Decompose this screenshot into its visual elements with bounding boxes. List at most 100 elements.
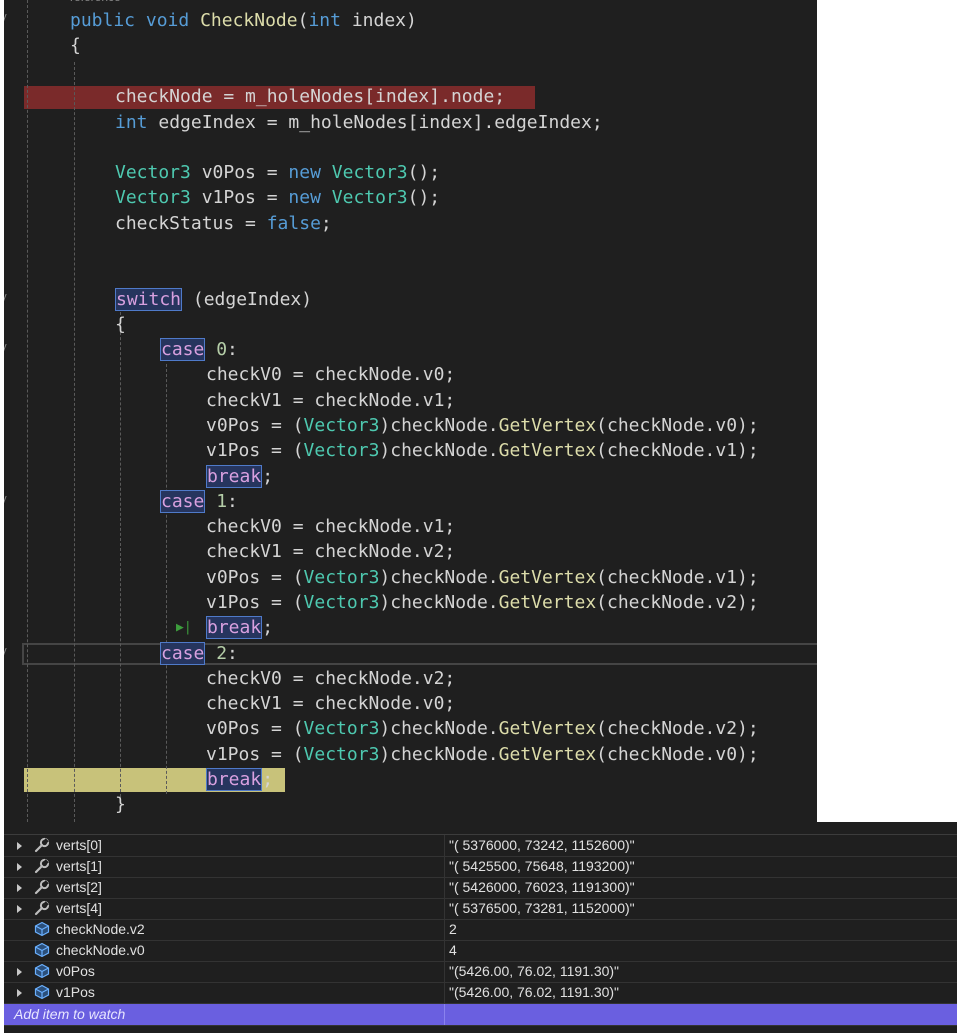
outline-marker[interactable] (4, 294, 10, 303)
watch-row[interactable]: checkNode.v2 2 (4, 919, 957, 941)
watch-row[interactable]: verts[0] "( 5376000, 73242, 1152600)" (4, 835, 957, 857)
watch-value[interactable]: "( 5426000, 76023, 1191300)" (445, 877, 957, 898)
watch-name[interactable]: verts[0] (56, 835, 102, 856)
watch-row[interactable]: verts[2] "( 5426000, 76023, 1191300)" (4, 877, 957, 899)
watch-value[interactable]: "( 5376500, 73281, 1152000)" (445, 898, 957, 919)
indent-guide (27, 0, 28, 822)
code-line[interactable]: public void CheckNode(int index) (70, 8, 417, 33)
outline-marker[interactable] (4, 344, 10, 353)
code-line[interactable]: checkNode = m_holeNodes[index].node; (115, 84, 505, 109)
watch-row[interactable]: v1Pos "(5426.00, 76.02, 1191.30)" (4, 982, 957, 1004)
code-line[interactable]: v1Pos = (Vector3)checkNode.GetVertex(che… (206, 742, 759, 767)
code-line[interactable]: checkV1 = checkNode.v1; (206, 388, 455, 413)
watch-row[interactable]: verts[4] "( 5376500, 73281, 1152000)" (4, 898, 957, 920)
expand-arrow-icon[interactable] (17, 884, 22, 892)
code-token: (edgeIndex) (182, 289, 313, 310)
watch-value[interactable]: "(5426.00, 76.02, 1191.30)" (445, 961, 957, 982)
code-editor[interactable]: reference ▶| public void CheckNode(int i… (4, 0, 817, 822)
expand-arrow-icon[interactable] (17, 905, 22, 913)
code-line[interactable]: v1Pos = (Vector3)checkNode.GetVertex(che… (206, 438, 759, 463)
watch-name-cell: verts[2] (4, 877, 445, 898)
code-token: { (70, 35, 81, 56)
watch-name[interactable]: verts[1] (56, 856, 102, 877)
code-token: v1Pos = ( (206, 744, 304, 765)
code-line[interactable]: v0Pos = (Vector3)checkNode.GetVertex(che… (206, 413, 759, 438)
code-line[interactable]: case 0: (160, 337, 238, 362)
code-line[interactable]: break; (206, 615, 273, 640)
code-token: GetVertex (498, 718, 597, 739)
watch-window[interactable]: verts[0] "( 5376000, 73242, 1152600)" vert… (4, 822, 957, 1033)
code-line[interactable]: break; (206, 464, 273, 489)
code-line[interactable]: checkStatus = false; (115, 211, 332, 236)
code-token: Vector3 (331, 162, 408, 183)
code-token: (checkNode.v1); (596, 440, 759, 461)
code-line[interactable]: checkV0 = checkNode.v2; (206, 666, 455, 691)
watch-value[interactable]: 4 (445, 940, 957, 961)
code-token: 2 (216, 643, 228, 664)
code-token: case (160, 338, 206, 361)
code-token: checkV1 = checkNode.v2; (206, 541, 456, 562)
code-token: break (206, 465, 263, 488)
outline-marker[interactable] (4, 496, 10, 505)
code-line[interactable]: switch (edgeIndex) (115, 287, 312, 312)
watch-value[interactable]: "(5426.00, 76.02, 1191.30)" (445, 982, 957, 1003)
code-line[interactable]: case 1: (160, 489, 238, 514)
code-line[interactable]: int edgeIndex = m_holeNodes[index].edgeI… (115, 110, 603, 135)
expand-arrow-icon[interactable] (17, 968, 22, 976)
code-token: (checkNode.v2); (596, 592, 759, 613)
add-watch-row[interactable]: Add item to watch (4, 1004, 957, 1026)
watch-row[interactable]: checkNode.v0 4 (4, 940, 957, 962)
watch-value[interactable]: "( 5376000, 73242, 1152600)" (445, 835, 957, 856)
code-token: Vector3 (303, 440, 380, 461)
expand-arrow-icon[interactable] (17, 989, 22, 997)
code-token: : (227, 643, 238, 664)
watch-name[interactable]: checkNode.v2 (56, 919, 145, 940)
code-token: )checkNode. (379, 718, 499, 739)
code-line[interactable]: case 2: (160, 641, 238, 666)
watch-name[interactable]: verts[4] (56, 898, 102, 919)
watch-name[interactable]: checkNode.v0 (56, 940, 145, 961)
code-token: Vector3 (331, 187, 408, 208)
outline-marker[interactable] (4, 14, 10, 23)
code-line[interactable]: Vector3 v1Pos = new Vector3(); (115, 185, 440, 210)
watch-value[interactable]: 2 (445, 919, 957, 940)
code-line[interactable]: } (115, 792, 126, 817)
code-line[interactable]: { (70, 33, 81, 58)
code-line[interactable]: v0Pos = (Vector3)checkNode.GetVertex(che… (206, 716, 759, 741)
code-token: } (115, 794, 126, 815)
code-line[interactable]: checkV0 = checkNode.v1; (206, 514, 455, 539)
code-token: index) (340, 10, 417, 31)
watch-name[interactable]: v0Pos (56, 961, 95, 982)
codelens-reference-hint[interactable]: reference (70, 0, 121, 4)
watch-value[interactable]: "( 5425500, 75648, 1193200)" (445, 856, 957, 877)
watch-name[interactable]: verts[2] (56, 877, 102, 898)
code-token: void (145, 10, 190, 31)
watch-name[interactable]: v1Pos (56, 982, 95, 1003)
code-line[interactable]: checkV1 = checkNode.v2; (206, 539, 455, 564)
code-token: checkV1 = checkNode.v1; (206, 390, 456, 411)
expand-arrow-icon[interactable] (17, 842, 22, 850)
code-line[interactable]: { (115, 312, 126, 337)
code-line[interactable]: Vector3 v0Pos = new Vector3(); (115, 160, 440, 185)
outline-marker[interactable] (4, 648, 10, 657)
run-to-cursor-icon[interactable]: ▶| (176, 618, 192, 638)
watch-row[interactable]: v0Pos "(5426.00, 76.02, 1191.30)" (4, 961, 957, 983)
code-line[interactable]: v0Pos = (Vector3)checkNode.GetVertex(che… (206, 565, 759, 590)
code-token: int (115, 112, 148, 133)
code-line[interactable]: checkV1 = checkNode.v0; (206, 691, 455, 716)
code-token: { (115, 314, 126, 335)
expand-arrow-icon[interactable] (17, 863, 22, 871)
add-watch-placeholder[interactable]: Add item to watch (14, 1004, 125, 1025)
watch-row[interactable]: verts[1] "( 5425500, 75648, 1193200)" (4, 856, 957, 878)
field-icon (34, 942, 50, 958)
code-line[interactable]: v1Pos = (Vector3)checkNode.GetVertex(che… (206, 590, 759, 615)
code-token: new (288, 187, 321, 208)
code-token: GetVertex (498, 440, 597, 461)
code-line[interactable]: break; (206, 767, 273, 792)
code-line[interactable]: checkV0 = checkNode.v0; (206, 362, 455, 387)
